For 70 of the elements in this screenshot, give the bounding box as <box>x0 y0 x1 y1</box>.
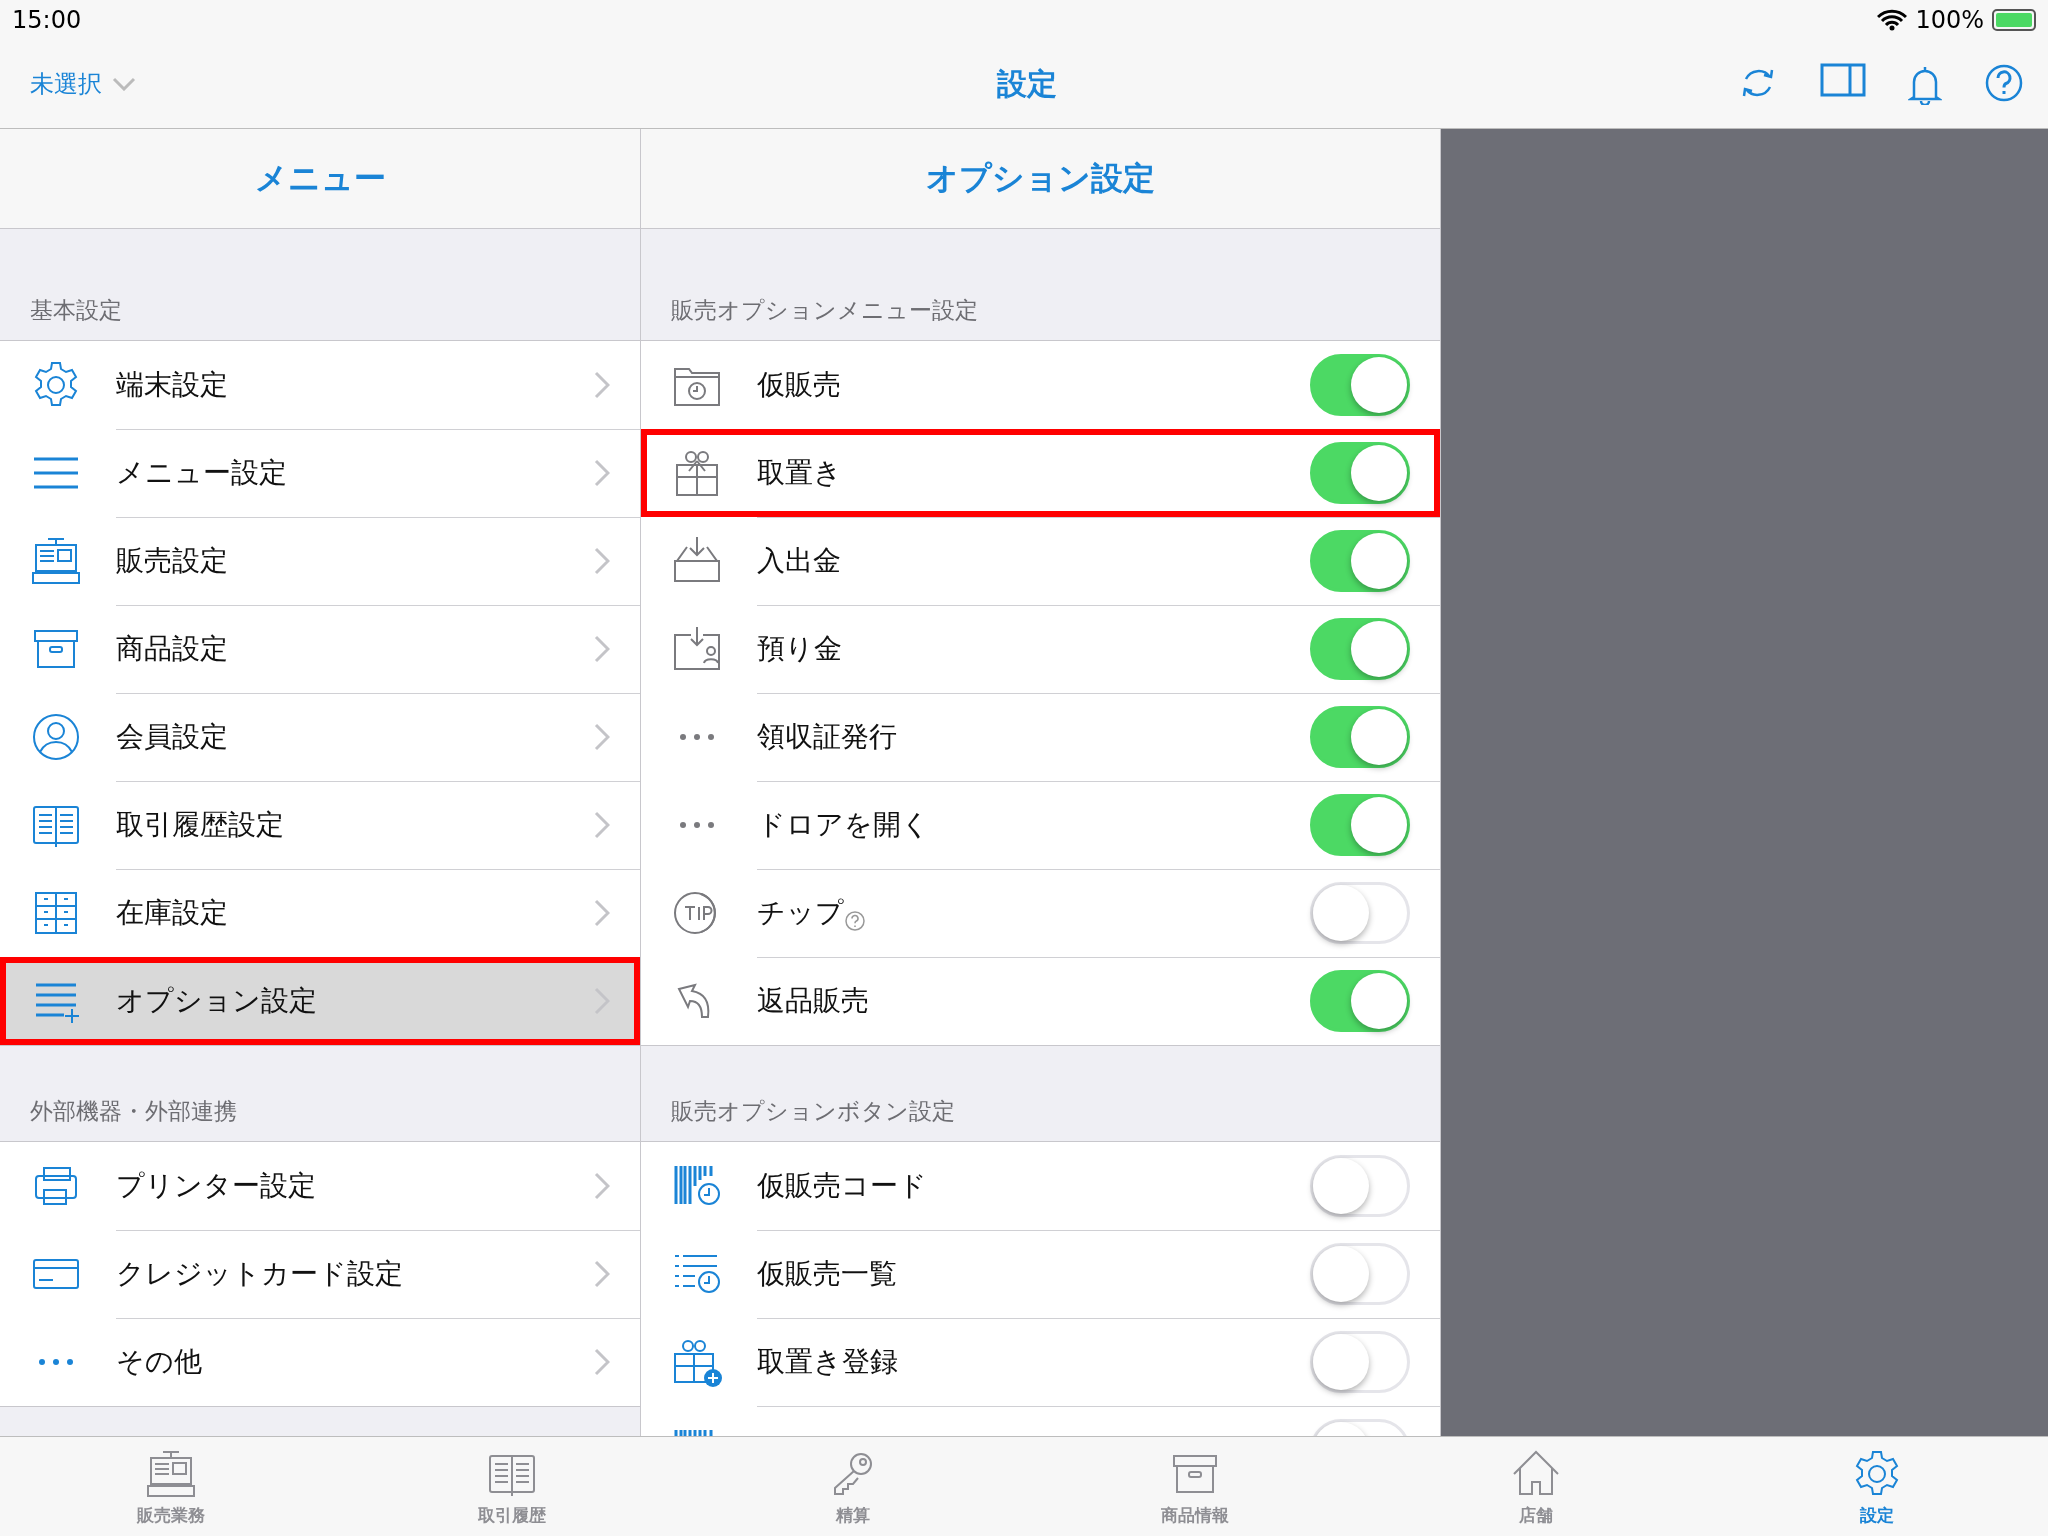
menu-item[interactable]: 取引履歴設定 <box>0 781 640 869</box>
menu-item[interactable]: 会員設定 <box>0 693 640 781</box>
toggle-switch[interactable] <box>1310 441 1410 504</box>
battery-icon <box>1992 9 2036 31</box>
chevron-icon <box>594 898 610 927</box>
menu-item[interactable]: 在庫設定 <box>0 869 640 957</box>
toggle-switch[interactable] <box>1310 705 1410 768</box>
caret-icon <box>112 77 136 91</box>
menu-item[interactable]: 販売設定 <box>0 517 640 605</box>
option-label: 仮販売コード <box>757 1167 928 1204</box>
option-label: 仮販売 <box>757 366 842 403</box>
chevron-icon <box>594 1348 610 1376</box>
battery-percent: 100% <box>1915 6 1984 34</box>
chevron-icon <box>594 458 610 487</box>
chevron-icon <box>594 1171 610 1200</box>
section-header: 基本設定 <box>30 296 122 325</box>
chevron-icon <box>594 370 610 399</box>
help-icon[interactable] <box>844 909 866 932</box>
option-label: 領収証発行 <box>757 718 898 755</box>
more-icon <box>679 733 715 741</box>
menu-item-label: 販売設定 <box>116 542 229 579</box>
wifi-icon <box>1877 9 1908 31</box>
menu-item-label: メニュー設定 <box>116 454 288 491</box>
menu-item-label: その他 <box>116 1344 203 1380</box>
option-label: ドロアを開く <box>757 806 931 843</box>
chevron-icon <box>594 722 610 751</box>
option-label: チップ <box>757 893 1310 932</box>
toggle-switch[interactable] <box>1310 353 1410 416</box>
menu-item-label: 商品設定 <box>116 630 229 667</box>
section-header: 販売オプションメニュー設定 <box>671 296 978 325</box>
menu-item[interactable]: クレジットカード設定 <box>0 1230 640 1318</box>
menu-item-label: オプション設定 <box>116 983 318 1019</box>
menu-item[interactable]: 商品設定 <box>0 605 640 693</box>
menu-item[interactable]: オプション設定 <box>0 957 640 1045</box>
toggle-switch[interactable] <box>1310 970 1410 1032</box>
section-header: 外部機器・外部連携 <box>30 1097 237 1126</box>
menu-item-label: 会員設定 <box>116 718 229 755</box>
column-title: オプション設定 <box>641 129 1440 229</box>
menu-item[interactable]: メニュー設定 <box>0 429 640 517</box>
cash-register-icon <box>30 535 82 587</box>
option-label: 取置き登録 <box>757 1343 899 1380</box>
more-icon <box>38 1358 74 1366</box>
menu-item-label: 端末設定 <box>116 366 229 403</box>
toggle-switch[interactable] <box>1310 529 1410 592</box>
section-header: 販売オプションボタン設定 <box>671 1097 955 1126</box>
chevron-icon <box>594 546 610 575</box>
column-title: メニュー <box>0 129 640 229</box>
menu-item[interactable]: プリンター設定 <box>0 1142 640 1230</box>
menu-item-label: 在庫設定 <box>116 894 229 931</box>
chevron-icon <box>594 810 610 839</box>
menu-item-label: プリンター設定 <box>116 1167 317 1204</box>
menu-item-label: クレジットカード設定 <box>116 1255 404 1292</box>
option-label: 仮販売一覧 <box>757 1255 898 1292</box>
option-label: 預り金 <box>757 630 843 667</box>
chevron-icon <box>594 634 610 663</box>
store-picker[interactable]: 未選択 <box>30 68 136 100</box>
tab-bar-item[interactable]: 設定 <box>1706 1437 2048 1536</box>
option-label: 返品販売 <box>757 983 870 1019</box>
chevron-icon <box>594 1259 610 1288</box>
person-icon <box>30 711 82 763</box>
menu-item-label: 取引履歴設定 <box>116 806 285 843</box>
menu-item[interactable]: その他 <box>0 1318 640 1406</box>
option-label: 取置き <box>757 454 843 491</box>
more-icon <box>679 821 715 829</box>
option-label: 入出金 <box>757 542 842 579</box>
toggle-switch[interactable] <box>1310 793 1410 856</box>
status-time: 15:00 <box>12 6 82 34</box>
menu-item[interactable]: 端末設定 <box>0 341 640 429</box>
nav-title: 設定 <box>997 64 1057 103</box>
toggle-switch[interactable] <box>1310 617 1410 680</box>
